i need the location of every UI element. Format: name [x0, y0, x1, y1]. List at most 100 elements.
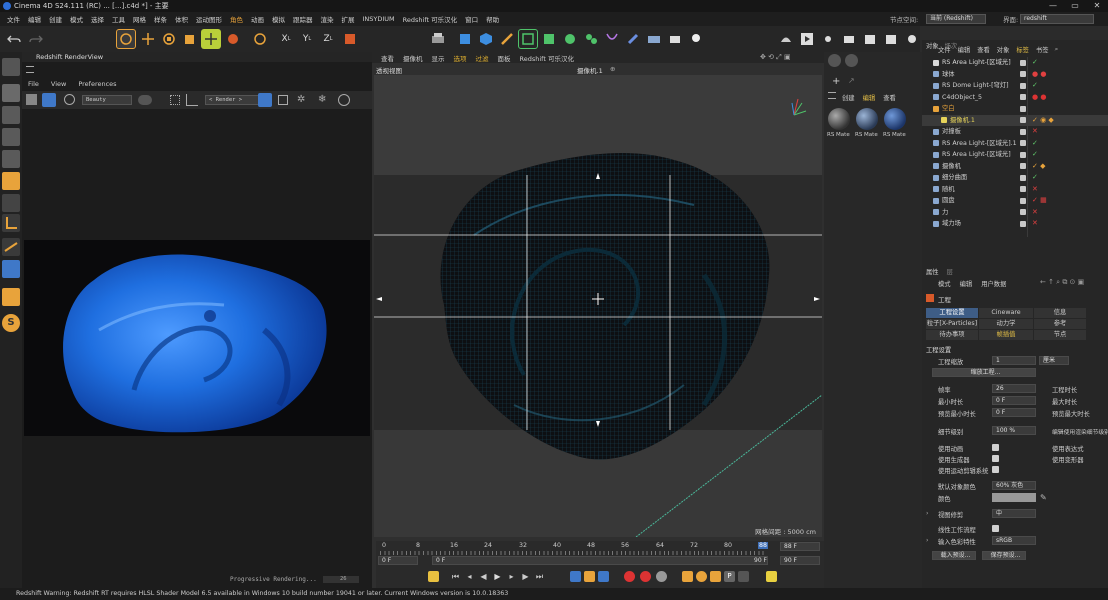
vp-menu-display[interactable]: 显示 [432, 53, 445, 63]
max-frame-field[interactable]: 90 F [780, 556, 820, 565]
lod-field[interactable]: 100 % [992, 426, 1036, 435]
menu-redshift[interactable]: Redshift 可乐汉化 [399, 14, 461, 24]
generator-button[interactable] [518, 29, 538, 49]
extrude-button[interactable] [539, 29, 559, 49]
attr-menu-edit[interactable]: 编辑 [960, 279, 973, 288]
use-motion-checkbox[interactable] [992, 466, 999, 473]
object-row[interactable]: 对撞板 ✕ [922, 126, 1108, 138]
rs-render-button[interactable] [881, 29, 901, 49]
vp-menu-redshift[interactable]: Redshift 可乐汉化 [520, 53, 574, 63]
scene-button[interactable] [644, 29, 664, 49]
polygon-mode-button[interactable] [2, 172, 20, 190]
object-row[interactable]: 力 ✕ [922, 207, 1108, 219]
brush-button[interactable] [2, 288, 20, 306]
rs-clapper-button[interactable] [860, 29, 880, 49]
next-frame-button[interactable]: ▸ [506, 571, 517, 582]
menu-window[interactable]: 窗口 [461, 14, 482, 24]
rot-key-button[interactable] [696, 571, 707, 582]
obj-color-select[interactable]: 60% 灰色 [992, 481, 1036, 490]
view-clip-select[interactable]: 中 [992, 509, 1036, 518]
object-tags[interactable]: ● ● [1032, 93, 1046, 101]
tab-info[interactable]: 信息 [1034, 308, 1086, 318]
tab-todo[interactable]: 待办事项 [926, 330, 978, 340]
world-coord-button[interactable] [340, 29, 360, 49]
obj-menu-tags[interactable]: 标签 [1016, 45, 1029, 54]
object-tags[interactable]: ✓ [1032, 139, 1038, 147]
menu-render[interactable]: 渲染 [317, 14, 338, 24]
render-region-button[interactable] [428, 29, 448, 49]
menu-select[interactable]: 选择 [87, 14, 108, 24]
material-thumb-3[interactable] [884, 108, 906, 130]
edge-mode-button[interactable] [2, 150, 20, 168]
record-key-button[interactable] [428, 571, 439, 582]
maximize-button[interactable]: ▭ [1064, 0, 1086, 12]
menu-file[interactable]: 文件 [3, 14, 24, 24]
rs-light-button[interactable] [818, 29, 838, 49]
timeline-ruler[interactable]: 0 8 16 24 32 40 48 56 64 72 80 88 [380, 542, 769, 550]
object-tags[interactable]: ✓ [1032, 151, 1038, 158]
object-row[interactable]: 细分曲面 ✓ [922, 172, 1108, 184]
material-menu-icon[interactable] [828, 92, 836, 99]
axis-button[interactable] [2, 214, 20, 232]
tab-project-settings[interactable]: 工程设置 [926, 308, 978, 318]
attr-menu-userdata[interactable]: 用户数据 [981, 279, 1006, 288]
prev-frame-button[interactable]: ◀ [478, 571, 489, 582]
object-row[interactable]: 圆盘 ✓ ▦ [922, 195, 1108, 207]
object-tags[interactable]: ✕ [1032, 185, 1038, 193]
menu-edit[interactable]: 编辑 [24, 14, 45, 24]
redo-button[interactable] [26, 29, 46, 49]
fps-field[interactable]: 26 [992, 384, 1036, 393]
visibility-toggle[interactable] [1020, 105, 1026, 112]
rotate-tool-button[interactable] [159, 29, 179, 49]
vp-menu-cameras[interactable]: 摄像机 [403, 53, 423, 63]
visibility-toggle[interactable] [1020, 220, 1026, 227]
object-tags[interactable]: ✓ ◉ ◆ [1032, 116, 1054, 124]
visibility-toggle[interactable] [1020, 59, 1026, 66]
search-icon[interactable]: ⌕ [1055, 46, 1059, 54]
object-row[interactable]: 摄像机 ✓ ◆ [922, 161, 1108, 173]
prev-key-button[interactable]: ◂ [464, 571, 475, 582]
timeline-settings-button[interactable] [766, 571, 777, 582]
arrow-icon[interactable]: ↗ [848, 76, 855, 85]
mat-menu-view[interactable]: 查看 [883, 93, 896, 102]
hamburger-icon[interactable] [26, 66, 34, 73]
tab-cineware[interactable]: Cineware [979, 308, 1033, 318]
object-row[interactable]: 空白 [922, 103, 1108, 115]
workplane-button[interactable] [2, 260, 20, 278]
preview-range-field[interactable]: 0 F [432, 556, 768, 565]
menu-volume[interactable]: 体积 [171, 14, 192, 24]
menu-tracker[interactable]: 跟踪器 [289, 14, 317, 24]
min-time-field[interactable]: 0 F [992, 396, 1036, 405]
keyframe-selection-button[interactable] [656, 571, 667, 582]
sound-button[interactable] [598, 571, 609, 582]
menu-simulate[interactable]: 模拟 [268, 14, 289, 24]
camera-lock-icon[interactable]: ⊕ [610, 65, 615, 73]
save-preset-button[interactable]: 保存预设... [982, 551, 1026, 560]
object-row[interactable]: RS Dome Light-[穹灯] ✓ [922, 80, 1108, 92]
minimize-button[interactable]: — [1042, 0, 1064, 12]
record-active-button[interactable] [624, 571, 635, 582]
menu-tools[interactable]: 工具 [108, 14, 129, 24]
visibility-toggle[interactable] [1020, 94, 1026, 100]
visibility-toggle[interactable] [1020, 209, 1026, 215]
load-preset-button[interactable]: 载入预设... [932, 551, 976, 560]
tab-attributes[interactable]: 属性 [926, 267, 939, 276]
x-axis-button[interactable]: XL [276, 29, 296, 49]
add-icon[interactable]: + [832, 76, 840, 87]
object-row[interactable]: 域力场 ✕ [922, 218, 1108, 230]
visibility-toggle[interactable] [1020, 151, 1026, 158]
visibility-toggle[interactable] [1020, 128, 1026, 135]
pos-key-button[interactable] [682, 571, 693, 582]
visibility-toggle[interactable] [1020, 71, 1026, 77]
vp-menu-view[interactable]: 查看 [381, 53, 394, 63]
color-swatch[interactable] [992, 493, 1036, 502]
y-axis-button[interactable]: YL [297, 29, 317, 49]
param-key-button[interactable]: P [724, 571, 735, 582]
input-color-expander[interactable]: › [926, 537, 929, 544]
current-frame-field[interactable]: 0 F [378, 556, 418, 565]
menu-animate[interactable]: 动画 [247, 14, 268, 24]
object-row[interactable]: RS Area Light-[区域光] ✓ [922, 57, 1108, 69]
cloner-button[interactable] [560, 29, 580, 49]
texture-mode-button[interactable] [2, 106, 20, 124]
rv-menu-file[interactable]: File [28, 80, 39, 88]
